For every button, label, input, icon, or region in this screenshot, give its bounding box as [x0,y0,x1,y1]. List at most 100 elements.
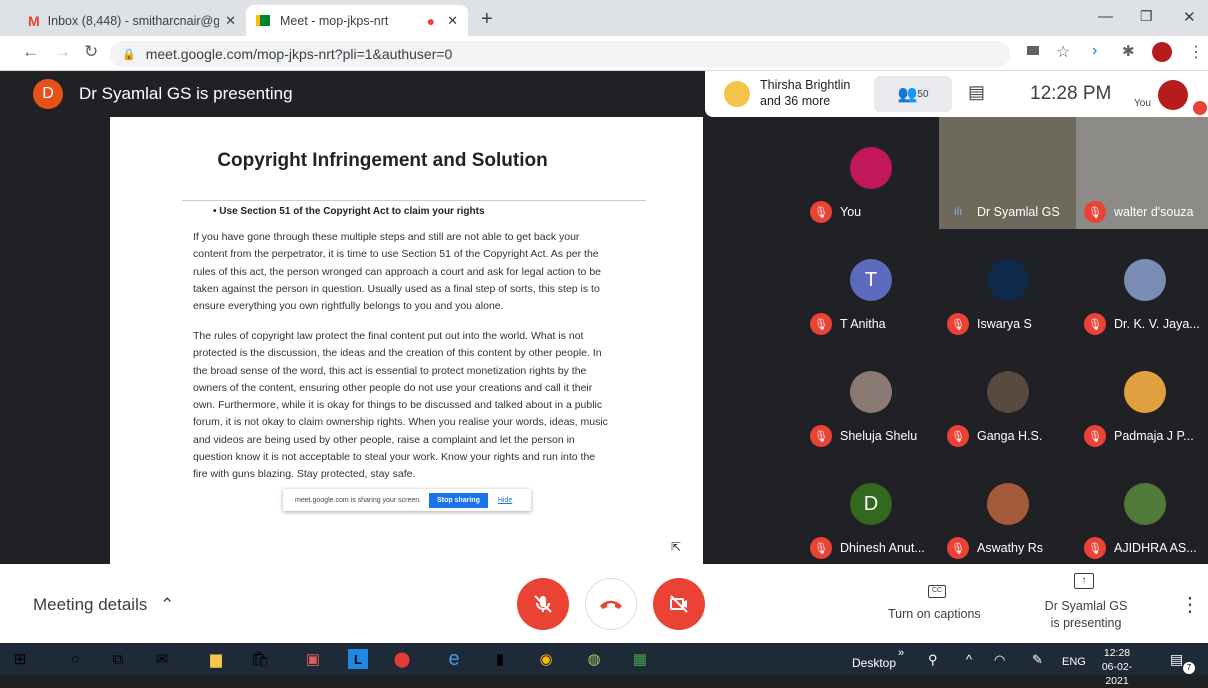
tray-up-icon[interactable]: ^ [966,652,972,667]
para-line: fire with guns blazing. Stay protected, … [193,468,416,481]
captions-button[interactable]: Turn on captions [888,607,981,621]
close-window-icon[interactable]: ✕ [1183,8,1196,26]
camera-toggle-button[interactable] [653,578,705,630]
taskbar-clock[interactable]: 12:28 06-02-2021 [1092,646,1142,688]
stop-sharing-button[interactable]: Stop sharing [429,492,488,508]
presenting-header: D Dr Syamlal GS is presenting [0,71,705,117]
leave-call-button[interactable] [585,578,637,630]
excel-icon[interactable]: ▦ [630,649,650,669]
people-button[interactable]: 👥 50 [874,76,952,112]
photos-icon[interactable]: ▣ [303,649,323,669]
opera-icon[interactable]: ⬤ [392,649,412,669]
para-line: If you have gone through these multiple … [193,231,580,243]
document-icon[interactable]: ▮ [490,649,510,669]
browser-app-icon[interactable]: ◍ [584,649,604,669]
participant-tile[interactable]: 🎙 Ganga H.S. [939,341,1076,453]
captions-icon: CC [928,585,946,598]
presenting-button[interactable]: Dr Syamlal GS is presenting [1040,598,1132,632]
tab-gmail[interactable]: M Inbox (8,448) - smitharcnair@gm ✕ [18,5,246,36]
para-line: own. Furthermore, while it is okay for t… [193,399,603,412]
hide-link[interactable]: Hide [498,497,512,504]
participant-avatar [850,147,892,189]
participant-name: Sheluja Shelu [840,429,918,443]
participant-name: AJIDHRA AS... [1114,541,1197,555]
participant-tile[interactable]: 🎙 You [802,117,939,229]
participant-tile[interactable]: 🎙 Sheluja Shelu [802,341,939,453]
reload-icon[interactable]: ↻ [84,42,98,62]
participant-tile[interactable]: 🎙 Dr. K. V. Jaya... [1076,229,1208,341]
chrome-icon[interactable]: ◉ [536,649,556,669]
participant-count: 50 [917,88,929,100]
back-icon[interactable]: ← [22,42,39,62]
participant-tile[interactable]: 🎙 AJIDHRA AS... [1076,453,1208,565]
participant-tile[interactable]: 🎙 Padmaja J P... [1076,341,1208,453]
close-tab-icon[interactable]: ✕ [225,13,236,29]
participant-name: Padmaja J P... [1114,429,1194,443]
participant-tile[interactable]: 🎙 Aswathy Rs [939,453,1076,565]
para-line: owners of the content, ensuring other pe… [193,381,593,394]
participant-tile[interactable]: 🎙 Iswarya S [939,229,1076,341]
mic-off-icon: 🎙 [810,425,832,447]
browser-menu-icon[interactable]: ⋮ [1188,42,1204,62]
extensions-puzzle-icon[interactable]: ✱ [1122,42,1135,60]
close-tab-icon[interactable]: ✕ [447,13,458,29]
speaking-icon: ılı [953,206,963,218]
participant-tile[interactable]: 🎙 walter d'souza [1076,117,1208,229]
self-avatar[interactable] [1158,80,1188,110]
participant-name-row: 🎙 Dr. K. V. Jaya... [1084,313,1200,335]
search-icon[interactable]: ○ [65,649,85,669]
participant-tile[interactable]: ılı Dr Syamlal GS [939,117,1076,229]
para-line: The rules of copyright law protect the f… [193,330,584,342]
chevron-right-icon[interactable]: » [898,647,904,659]
wifi-icon[interactable]: ◠ [994,652,1005,668]
app-l-icon[interactable]: L [348,649,368,669]
bookmark-star-icon[interactable]: ☆ [1056,42,1070,62]
meeting-details-button[interactable]: Meeting details ⌃ [33,595,174,615]
meet-icon [256,15,270,26]
notification-icon[interactable]: ▤ [1170,651,1183,668]
desktop-label[interactable]: Desktop [852,656,896,670]
participant-avatar [987,371,1029,413]
participants-summary[interactable]: Thirsha Brightlin and 36 more [760,77,850,109]
participant-tile[interactable]: T 🎙 T Anitha [802,229,939,341]
edge-icon[interactable]: e [444,648,464,670]
profile-avatar[interactable] [1152,42,1172,62]
mic-off-icon: 🎙 [947,537,969,559]
participant-name-row: 🎙 Dhinesh Anut... [810,537,925,559]
para-line: content from the perpetrator, it is time… [193,248,599,261]
tab-meet[interactable]: Meet - mop-jkps-nrt ● ✕ [246,5,468,36]
windows-start-icon[interactable]: ⊞ [10,649,30,669]
url-bar[interactable]: 🔒 meet.google.com/mop-jkps-nrt?pli=1&aut… [110,41,1010,67]
language-indicator[interactable]: ENG [1062,656,1086,668]
task-view-icon[interactable]: ⧉ [108,649,128,669]
file-explorer-icon[interactable]: ▆ [206,649,226,669]
slide-paragraph-1: If you have gone through these multiple … [193,229,638,315]
para-line: forum, it is not okay to claim ownership… [193,416,608,429]
participant-avatar: D [850,483,892,525]
more-options-icon[interactable]: ⋮ [1180,592,1200,617]
store-icon[interactable]: 🛍 [250,649,270,669]
mic-toggle-button[interactable] [517,578,569,630]
people-tray-icon[interactable]: ⚲ [928,652,938,668]
mic-off-icon: 🎙 [1084,201,1106,223]
mail-icon[interactable]: ✉ [152,649,172,669]
participant-name-row: 🎙 Padmaja J P... [1084,425,1194,447]
hang-up-icon [600,600,622,609]
taskbar-time: 12:28 [1103,647,1131,659]
mic-off-icon: 🎙 [810,201,832,223]
forward-icon[interactable]: → [54,42,71,62]
self-mic-off-icon [1193,101,1207,115]
camera-indicator-icon[interactable] [1027,46,1039,55]
para-line: rules of this act, the person wronged ca… [193,265,601,278]
participant-avatar [1124,371,1166,413]
participant-tile[interactable]: D 🎙 Dhinesh Anut... [802,453,939,565]
tab-title: Inbox (8,448) - smitharcnair@gm [47,13,220,28]
restore-icon[interactable]: ❐ [1140,8,1153,25]
extension-icon[interactable]: › [1092,42,1097,60]
camera-off-icon [670,595,688,613]
minimize-icon[interactable]: — [1098,8,1113,25]
pen-icon[interactable]: ✎ [1032,652,1043,668]
participant-name-row: 🎙 Iswarya S [947,313,1032,335]
chat-icon[interactable]: ▤ [968,82,985,103]
new-tab-icon[interactable]: + [481,8,493,31]
